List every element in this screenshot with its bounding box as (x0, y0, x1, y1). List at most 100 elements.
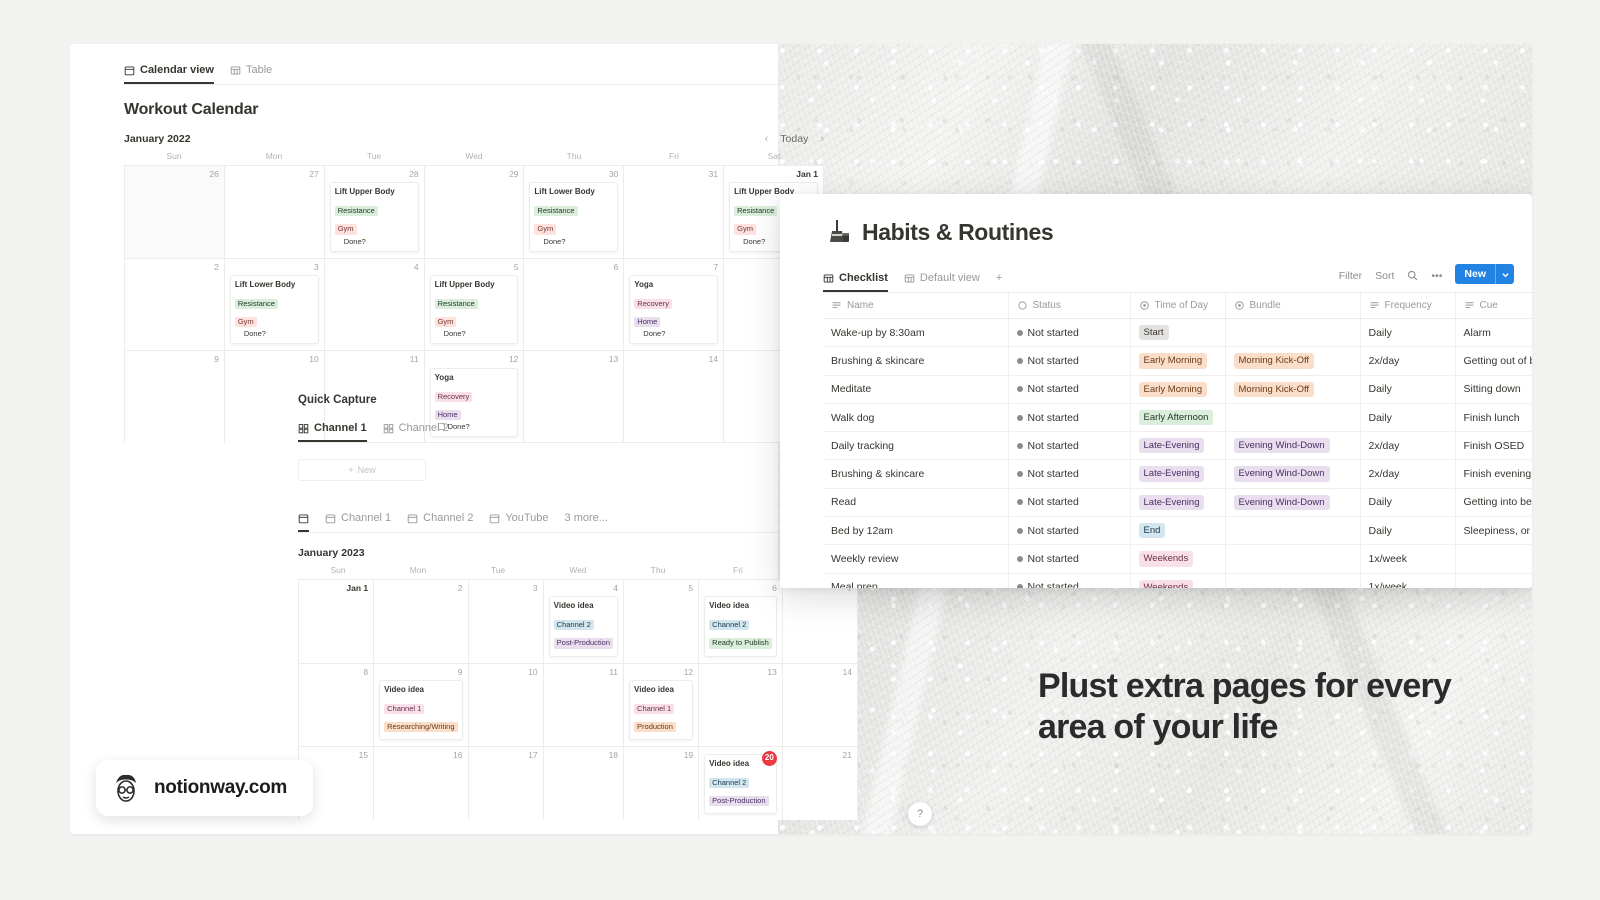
cell-name[interactable]: Read (823, 488, 1009, 518)
cell-frequency[interactable]: Daily (1360, 516, 1456, 546)
column-header-name[interactable]: Name (823, 293, 1009, 319)
calendar-event-card[interactable]: Video idea Channel 1 Researching/Writing (379, 679, 463, 741)
table-row[interactable]: Meditate Not started Early Morning Morning … (823, 375, 1532, 404)
calendar-day-cell[interactable]: 6 (524, 257, 625, 351)
calendar-day-cell[interactable]: 12 Video idea Channel 1 Production (624, 662, 700, 747)
event-tag[interactable]: Researching/Writing (384, 722, 458, 733)
calendar-day-cell[interactable]: 2 (125, 257, 225, 351)
event-tag[interactable]: Channel 2 (709, 620, 750, 631)
cell-cue[interactable]: Getting out of bed (1455, 346, 1532, 376)
calendar-day-cell[interactable]: 7 Yoga Recovery Home Done? (624, 257, 725, 351)
cell-time-of-day[interactable]: Late-Evening (1130, 488, 1226, 518)
time-of-day-tag[interactable]: Weekends (1138, 579, 1194, 588)
calendar-event-card[interactable]: Video idea Channel 1 Production (629, 679, 694, 741)
cell-status[interactable]: Not started (1008, 431, 1131, 461)
table-row[interactable]: Daily tracking Not started Late-Evening Eve… (823, 431, 1532, 461)
event-done-checkbox[interactable]: Done? (534, 237, 613, 246)
cell-status[interactable]: Not started (1008, 544, 1131, 574)
event-tag[interactable]: Channel 1 (384, 703, 425, 715)
cell-time-of-day[interactable]: Weekends (1130, 544, 1226, 574)
cell-name[interactable]: Bed by 12am (823, 516, 1009, 546)
calendar-day-cell[interactable]: 3 Lift Lower Body Resistance Gym Done? (224, 257, 325, 351)
cell-bundle[interactable]: Morning Kick-Off (1225, 375, 1361, 404)
tab-channel-1[interactable]: Channel 1 (298, 422, 367, 442)
table-row[interactable]: Brushing & skincare Not started Early Morn… (823, 346, 1532, 376)
bundle-tag[interactable]: Evening Wind-Down (1233, 438, 1330, 454)
cell-cue[interactable]: Alarm (1455, 318, 1532, 348)
event-tag[interactable]: Gym (534, 224, 557, 235)
chevron-down-icon[interactable] (1496, 264, 1514, 284)
cell-frequency[interactable]: Daily (1360, 403, 1456, 433)
event-tag[interactable]: Channel 1 (634, 703, 675, 715)
cell-frequency[interactable]: 1x/week (1360, 544, 1456, 574)
tab-table[interactable]: Table (230, 64, 272, 84)
cell-time-of-day[interactable]: Late-Evening (1130, 431, 1226, 461)
event-tag[interactable]: Post-Production (553, 638, 614, 649)
calendar-day-cell[interactable]: 14 (782, 662, 858, 747)
event-done-checkbox[interactable]: Done? (235, 329, 314, 338)
cell-time-of-day[interactable]: Early Morning (1130, 375, 1226, 404)
cell-name[interactable]: Brushing & skincare (823, 459, 1009, 489)
event-tag[interactable]: Resistance (234, 298, 278, 310)
help-button[interactable]: ? (908, 802, 932, 826)
time-of-day-tag[interactable]: Late-Evening (1138, 466, 1205, 482)
cell-bundle[interactable]: Evening Wind-Down (1225, 431, 1361, 461)
next-month-button[interactable]: › (820, 133, 824, 145)
event-tag[interactable]: Resistance (334, 206, 378, 217)
cell-name[interactable]: Weekly review (823, 544, 1009, 574)
cell-status[interactable]: Not started (1008, 573, 1131, 588)
calendar-day-cell[interactable]: 13 (699, 662, 783, 747)
calendar-day-cell[interactable]: 5 (624, 579, 700, 663)
cell-time-of-day[interactable]: Start (1130, 318, 1226, 348)
time-of-day-tag[interactable]: Weekends (1138, 551, 1194, 567)
cell-name[interactable]: Brushing & skincare (823, 346, 1009, 376)
cell-name[interactable]: Daily tracking (823, 431, 1009, 461)
tab-default[interactable]: + (996, 272, 1002, 292)
cell-status[interactable]: Not started (1008, 403, 1131, 433)
cell-time-of-day[interactable]: Early Morning (1130, 346, 1226, 376)
cell-time-of-day[interactable]: Late-Evening (1130, 459, 1226, 489)
quick-capture-new-button[interactable]: + New (298, 459, 426, 481)
cell-status[interactable]: Not started (1008, 346, 1131, 376)
cell-frequency[interactable]: 2x/day (1360, 346, 1456, 376)
time-of-day-tag[interactable]: Early Morning (1138, 353, 1208, 369)
calendar-day-cell[interactable]: 21 (782, 746, 858, 821)
time-of-day-tag[interactable]: Early Morning (1138, 381, 1208, 397)
time-of-day-tag[interactable]: Late-Evening (1138, 438, 1205, 454)
calendar-day-cell[interactable]: 26 (125, 165, 225, 258)
cell-cue[interactable] (1455, 544, 1532, 574)
cell-bundle[interactable] (1225, 544, 1361, 574)
event-tag[interactable]: Home (634, 317, 661, 328)
cell-frequency[interactable]: Daily (1360, 375, 1456, 404)
calendar-day-cell[interactable]: 30 Lift Lower Body Resistance Gym Done? (524, 165, 625, 258)
time-of-day-tag[interactable]: Late-Evening (1138, 494, 1205, 511)
cell-bundle[interactable] (1225, 573, 1361, 588)
event-tag[interactable]: Gym (234, 317, 257, 328)
calendar-day-cell[interactable]: 20 Video idea Channel 2 Post-Production (699, 746, 783, 821)
bundle-tag[interactable]: Evening Wind-Down (1233, 494, 1330, 511)
bundle-tag[interactable]: Morning Kick-Off (1233, 353, 1315, 369)
event-tag[interactable]: Gym (434, 317, 457, 328)
cell-bundle[interactable] (1225, 516, 1361, 546)
calendar-day-cell[interactable]: 3 (468, 579, 544, 663)
tab-youtube[interactable]: YouTube (489, 512, 549, 532)
table-row[interactable]: Brushing & skincare Not started Late-Eveni… (823, 459, 1532, 489)
calendar-day-cell[interactable]: 18 (543, 746, 625, 821)
tab-calendar-view[interactable]: Calendar view (124, 64, 214, 84)
table-row[interactable]: Bed by 12am Not started End Daily Sleepiness… (823, 516, 1532, 546)
event-tag[interactable]: Channel 2 (709, 778, 750, 789)
search-icon[interactable] (1407, 270, 1418, 281)
cell-status[interactable]: Not started (1008, 488, 1131, 518)
calendar-day-cell[interactable]: 27 (224, 165, 325, 258)
event-tag[interactable]: Resistance (734, 206, 778, 217)
prev-month-button[interactable]: ‹ (765, 133, 769, 145)
cell-frequency[interactable]: Daily (1360, 488, 1456, 518)
cell-status[interactable]: Not started (1008, 375, 1131, 404)
table-row[interactable]: Meal prep Not started Weekends 1x/week (823, 573, 1532, 588)
cell-cue[interactable]: Finish OSED (1455, 431, 1532, 461)
event-tag[interactable]: Resistance (434, 298, 478, 310)
calendar-event-card[interactable]: Lift Lower Body Resistance Gym Done? (529, 182, 619, 252)
event-done-checkbox[interactable]: Done? (634, 329, 713, 338)
calendar-event-card[interactable]: Lift Upper Body Resistance Gym Done? (329, 182, 419, 252)
cell-cue[interactable]: Sitting down (1455, 375, 1532, 404)
